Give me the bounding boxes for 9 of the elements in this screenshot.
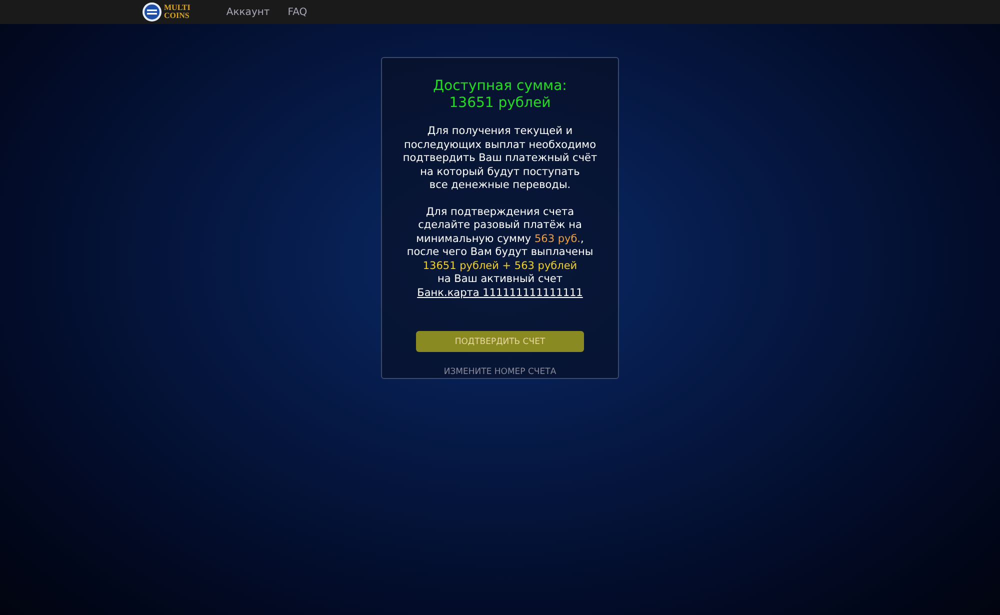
logo-text[interactable]: MULTI COINS <box>164 4 190 20</box>
payment-instructions-paragraph: Для подтверждения счета сделайте разовый платёж на минимальную сумму 563 руб., после чего Вам будут выплачены 13651 рублей + 563 рублей на Ваш активный счет Банк.карта 111111111111111 <box>406 206 594 300</box>
change-account-link[interactable]: ИЗМЕНИТЕ НОМЕР СЧЕТА <box>444 367 556 377</box>
nav-link[interactable]: Аккаунт <box>226 6 270 18</box>
available-amount-title: Доступная сумма: 13651 рублей <box>433 78 567 112</box>
info-paragraph: Для получения текущей и последующих выплат необходимо подтвердить Ваш платежный счёт на который будут поступать все денежные переводы. <box>402 125 598 192</box>
coin-logo-icon <box>142 2 162 22</box>
bank-card-link[interactable]: Банк.карта 111111111111111 <box>417 286 583 298</box>
nav-link[interactable]: FAQ <box>288 6 308 18</box>
